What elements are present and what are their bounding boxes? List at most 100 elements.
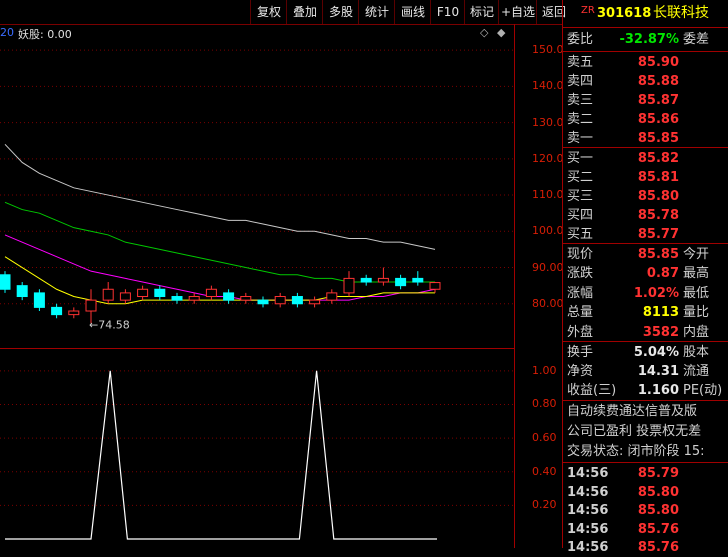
row-label: 现价 [567, 247, 594, 262]
quote-row: 现价 85.85 今开 [563, 245, 728, 264]
quote-row: 买一 85.82 [563, 149, 728, 168]
row-value: 0.87 [646, 266, 679, 282]
candle [326, 289, 338, 304]
indicator-tick: 0.40 [532, 464, 557, 478]
candle [274, 292, 286, 308]
candle [188, 292, 200, 304]
webi-row: 委比 -32.87% 委差 [563, 30, 728, 49]
webi-label: 委比 [567, 32, 594, 47]
candle [429, 282, 441, 293]
row-label: 卖四 [567, 74, 594, 89]
indicator-axis: 1.00 0.80 0.60 0.40 0.20 [514, 349, 562, 548]
row-value: 1.160 [637, 383, 679, 398]
tick-row: 14:56 85.76 [563, 520, 728, 539]
tick-time: 14:56 [567, 503, 609, 518]
row-value: 85.77 [637, 227, 679, 242]
toolbar-button[interactable]: 复权 [250, 0, 287, 24]
price-tick: 90.00 [532, 260, 564, 274]
tick-price: 85.80 [637, 484, 679, 500]
ma-line [4, 143, 436, 250]
toolbar-button[interactable]: 画线 [394, 0, 431, 24]
candle [102, 282, 114, 304]
row-value: 85.78 [637, 208, 679, 223]
price-tick: 120.0 [532, 151, 564, 165]
quote-row: 净资 14.31 流通 [563, 362, 728, 381]
row-label-2: 最高 [683, 266, 710, 282]
candle [154, 285, 166, 301]
row-value: 3582 [642, 324, 679, 340]
quote-row: 涨幅 1.02% 最低 [563, 284, 728, 303]
divider [563, 27, 728, 28]
quote-row: 涨跌 0.87 最高 [563, 264, 728, 283]
tick-row: 14:56 85.80 [563, 483, 728, 502]
toolbar-button[interactable]: 统计 [358, 0, 395, 24]
row-label-2: 最低 [683, 285, 710, 301]
news-text[interactable]: 自动续费通达信普及版 [567, 402, 697, 421]
price-tick: 100.0 [532, 224, 564, 238]
price-tick: 140.0 [532, 79, 564, 93]
indicator-tick: 0.80 [532, 397, 557, 411]
candle [171, 292, 183, 304]
stock-name: 长联科技 [653, 5, 709, 21]
row-label: 买三 [567, 189, 594, 204]
row-label: 收益(三) [567, 383, 617, 398]
divider [563, 462, 728, 463]
row-label: 卖二 [567, 112, 594, 127]
toolbar-button[interactable]: 叠加 [286, 0, 323, 24]
quote-row: 买五 85.77 [563, 225, 728, 244]
row-label: 卖五 [567, 55, 594, 70]
indicator-svg [0, 370, 514, 540]
candle [309, 296, 321, 308]
price-axis: 150.0 140.0 130.0 120.0 110.0 100.0 90.00 80.00 [514, 24, 564, 348]
indicator-panel[interactable] [0, 349, 515, 548]
info-row-1: 公司已盈利 投票权无差 [563, 422, 728, 441]
toolbar-button[interactable]: 标记 [464, 0, 499, 24]
row-label-2: PE(动) [683, 383, 723, 398]
candle [360, 274, 372, 286]
row-label-2: 量比 [683, 305, 710, 321]
tick-row: 14:56 85.79 [563, 464, 728, 483]
candle [51, 303, 63, 319]
price-tick: 80.00 [532, 296, 564, 310]
stock-badge: ZR [581, 5, 595, 16]
info-text-1: 公司已盈利 投票权无差 [567, 424, 702, 439]
row-label: 买五 [567, 227, 594, 242]
quote-row: 收益(三) 1.160 PE(动) [563, 381, 728, 400]
kline-panel[interactable]: 20 妖股: 0.00 ◇ ◆ ←74.58 [0, 24, 515, 349]
toolbar-button[interactable]: F10 [430, 0, 465, 24]
stock-header: ZR 301618 长联科技 [563, 4, 728, 26]
candle [377, 267, 389, 286]
row-value: 85.88 [637, 74, 679, 89]
row-label-2: 流通 [683, 364, 710, 379]
row-label-2: 内盘 [683, 324, 710, 340]
toolbar-button[interactable]: 多股 [322, 0, 359, 24]
candle [0, 271, 11, 293]
chart-toolbar: 复权 叠加 多股 统计 画线 F10 标记 +自选 返回 [0, 0, 566, 25]
row-value: 85.87 [637, 93, 679, 108]
info-text-2: 交易状态: 闭市阶段 15: [567, 444, 705, 459]
row-label: 买一 [567, 151, 594, 166]
toolbar-button[interactable]: +自选 [498, 0, 537, 24]
row-value: 85.86 [637, 112, 679, 127]
candle [395, 274, 407, 290]
divider [563, 51, 728, 52]
tick-time: 14:56 [567, 484, 609, 500]
candle [291, 292, 303, 308]
row-label: 外盘 [567, 324, 594, 340]
info-row-2: 交易状态: 闭市阶段 15: [563, 442, 728, 461]
row-value: 85.80 [637, 189, 679, 204]
chart-area: 20 妖股: 0.00 ◇ ◆ ←74.58 150.0 140.0 130.0 12… [0, 24, 564, 548]
quote-row: 卖三 85.87 [563, 91, 728, 110]
news-row[interactable]: 自动续费通达信普及版 [563, 402, 728, 421]
quote-row: 总量 8113 量比 [563, 303, 728, 322]
quote-row: 卖五 85.90 [563, 53, 728, 72]
webi-value: -32.87% [619, 32, 679, 47]
price-tick: 130.0 [532, 115, 564, 129]
row-value: 85.82 [637, 151, 679, 166]
candle [16, 282, 28, 301]
row-label-2: 股本 [683, 345, 710, 360]
candle [257, 296, 269, 308]
tick-price: 85.79 [637, 466, 679, 481]
quote-row: 卖四 85.88 [563, 72, 728, 91]
row-label: 买四 [567, 208, 594, 223]
